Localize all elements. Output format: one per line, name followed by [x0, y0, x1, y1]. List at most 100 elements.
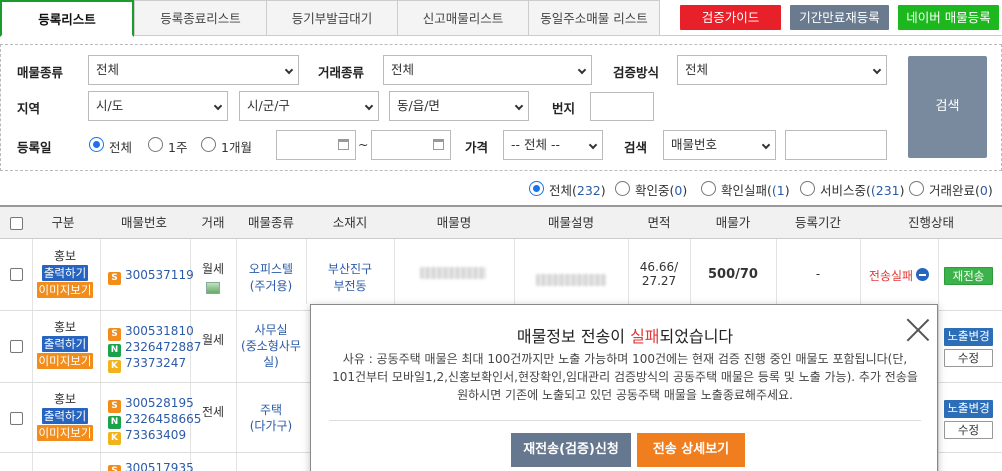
property-type-cell[interactable]: 오피스텔 (주거용) [236, 260, 306, 294]
sigungu-select[interactable]: 시/군/구 [239, 91, 379, 121]
close-icon[interactable] [905, 317, 931, 343]
gubun-label: 홍보 [53, 392, 77, 406]
gubun-cell: 홍보 출력하기 이미지보기 [34, 247, 96, 299]
bunji-input[interactable] [590, 92, 654, 121]
image-view-button[interactable]: 이미지보기 [37, 353, 93, 369]
bunji-label: 번지 [552, 101, 576, 116]
status-checking-radio[interactable] [615, 181, 630, 196]
tab-registry-wait[interactable]: 등기부발급대기 [266, 0, 398, 35]
period-1m-radio[interactable] [201, 137, 216, 152]
status-done-radio[interactable] [909, 181, 924, 196]
status-service-radio[interactable] [800, 181, 815, 196]
property-type-select[interactable]: 전체 [88, 55, 299, 85]
s-badge-icon: S [108, 465, 121, 471]
header-description: 매물설명 [547, 215, 594, 230]
property-type-cell[interactable]: 사무실 (중소형사무 실) [236, 322, 306, 370]
listing-id-s[interactable]: S 300517935 [108, 460, 194, 471]
blurred-name [420, 267, 486, 279]
period-all-radio[interactable] [89, 137, 104, 152]
chevron-down-icon [514, 101, 524, 111]
image-view-button[interactable]: 이미지보기 [37, 425, 93, 441]
exposure-change-button[interactable]: 노출변경 [944, 400, 993, 418]
expired-reregister-button[interactable]: 기간만료재등록 [790, 5, 889, 30]
period-all-label: 전체 [109, 140, 133, 155]
minus-circle-icon[interactable] [916, 268, 929, 281]
print-button[interactable]: 출력하기 [42, 408, 88, 424]
status-text: 전송실패 [868, 269, 914, 283]
sido-select[interactable]: 시/도 [88, 91, 228, 121]
row-checkbox[interactable] [10, 412, 23, 425]
listing-id-n[interactable]: N 2326458665 [108, 411, 201, 429]
price-cell: 500/70 [708, 267, 758, 282]
gubun-label: 홍보 [53, 249, 77, 263]
print-button[interactable]: 출력하기 [42, 265, 88, 281]
status-failed-label: 확인실패((1) [721, 183, 790, 198]
location-cell[interactable]: 부산진구 부전동 [306, 260, 394, 294]
photo-icon[interactable] [206, 282, 220, 294]
deal-type-select[interactable]: 전체 [383, 55, 592, 85]
status-service-label: 서비스중((231) [820, 183, 905, 198]
calendar-icon[interactable] [433, 139, 444, 150]
image-view-button[interactable]: 이미지보기 [37, 282, 93, 298]
exposure-change-button[interactable]: 노출변경 [944, 328, 993, 346]
resend-verify-button[interactable]: 재전송(검증)신청 [511, 433, 631, 467]
deal-cell: 월세 [201, 262, 225, 276]
calendar-icon[interactable] [338, 139, 349, 150]
deal-cell: 월세 [201, 333, 225, 347]
tab-same-address-list[interactable]: 동일주소매물 리스트 [528, 0, 660, 35]
start-date-input[interactable] [276, 130, 356, 160]
status-done-label: 거래완료(0) [929, 183, 993, 198]
chevron-down-icon [872, 65, 882, 75]
dong-select[interactable]: 동/읍/면 [389, 91, 529, 121]
resend-button[interactable]: 재전송 [944, 267, 993, 285]
header-gubun: 구분 [51, 215, 75, 230]
send-detail-button[interactable]: 전송 상세보기 [637, 433, 745, 467]
s-badge-icon: S [108, 272, 121, 285]
listing-id-k[interactable]: K 73373247 [108, 355, 186, 373]
verify-method-select[interactable]: 전체 [677, 55, 887, 85]
chevron-down-icon [213, 101, 223, 111]
price-value: -- 전체 -- [511, 137, 560, 152]
status-all-radio[interactable] [529, 181, 544, 196]
tab-ended-list[interactable]: 등록종료리스트 [134, 0, 267, 35]
status-failed-radio[interactable] [701, 181, 716, 196]
select-all-checkbox[interactable] [10, 217, 23, 230]
verify-guide-button[interactable]: 검증가이드 [680, 5, 781, 30]
naver-register-button[interactable]: 네이버 매물등록 [898, 5, 999, 30]
search-label: 검색 [624, 140, 648, 155]
regdate-label: 등록일 [17, 140, 52, 155]
property-type-value: 전체 [96, 62, 120, 77]
deal-type-label: 거래종류 [318, 65, 365, 80]
chevron-down-icon [364, 101, 374, 111]
tab-register-list[interactable]: 등록리스트 [0, 0, 134, 37]
period-1w-radio[interactable] [148, 137, 163, 152]
sido-value: 시/도 [96, 98, 124, 113]
status-checking-label: 확인중(0) [635, 183, 688, 198]
table-row[interactable]: 홍보 출력하기 이미지보기 S 300537119 월세 오피스텔 (주거용) 부산… [0, 239, 1002, 311]
row-checkbox[interactable] [10, 268, 23, 281]
property-type-cell[interactable]: 주택 (다가구) [236, 402, 306, 434]
end-date-input[interactable] [371, 130, 451, 160]
chevron-down-icon [588, 140, 598, 150]
edit-button[interactable]: 수정 [944, 421, 993, 439]
search-button[interactable]: 검색 [908, 56, 987, 158]
header-name: 매물명 [436, 215, 472, 230]
listing-id-s[interactable]: S 300528195 [108, 395, 194, 413]
listing-id-n[interactable]: N 2326472887 [108, 339, 201, 357]
listing-id-s[interactable]: S 300537119 [108, 267, 194, 285]
search-type-value: 매물번호 [671, 137, 718, 152]
print-button[interactable]: 출력하기 [42, 336, 88, 352]
price-select[interactable]: -- 전체 -- [503, 130, 603, 160]
blurred-description [536, 274, 606, 286]
edit-button[interactable]: 수정 [944, 349, 993, 367]
listing-id-k[interactable]: K 73363409 [108, 427, 186, 445]
date-range-separator: ~ [358, 137, 369, 152]
row-checkbox[interactable] [10, 340, 23, 353]
search-type-select[interactable]: 매물번호 [663, 130, 776, 160]
region-label: 지역 [17, 101, 41, 116]
period-1w-label: 1주 [168, 140, 188, 155]
listing-id-s[interactable]: S 300531810 [108, 323, 194, 341]
period-1m-label: 1개월 [221, 140, 252, 155]
tab-report-list[interactable]: 신고매물리스트 [397, 0, 529, 35]
search-input[interactable] [785, 130, 887, 160]
